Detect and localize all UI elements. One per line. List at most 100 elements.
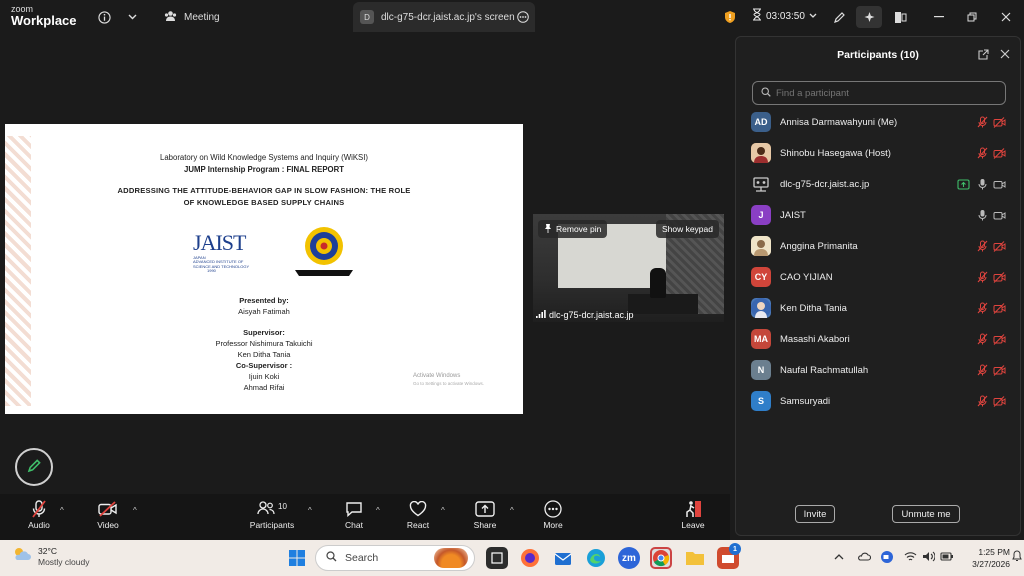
screen-share-icon — [956, 177, 970, 191]
participant-row[interactable]: CY CAO YIJIAN — [736, 262, 1020, 292]
mic-muted-icon — [975, 301, 989, 315]
participant-search[interactable] — [752, 81, 1006, 105]
mic-muted-icon — [975, 115, 989, 129]
react-options-caret[interactable]: ^ — [441, 506, 445, 515]
slide-supervisor1: Professor Nishimura Takuichi — [215, 339, 313, 348]
participant-row[interactable]: AD Annisa Darmawahyuni (Me) — [736, 107, 1020, 137]
avatar: MA — [751, 329, 771, 349]
view-layout-icon[interactable] — [892, 9, 908, 25]
slide-lab: Laboratory on Wild Knowledge Systems and… — [159, 153, 368, 162]
more-button[interactable]: More — [523, 498, 583, 530]
pinned-video-tile[interactable]: Remove pin Show keypad dlc-g75-dcr.jaist… — [533, 214, 724, 322]
search-icon — [326, 551, 337, 565]
participants-icon — [257, 501, 275, 517]
restore-icon[interactable] — [960, 6, 984, 28]
security-shield-icon[interactable] — [722, 9, 738, 25]
weather-widget[interactable]: 32°C Mostly cloudy — [12, 546, 90, 567]
video-off-icon — [992, 301, 1006, 315]
share-options-caret[interactable]: ^ — [510, 506, 514, 515]
taskbar-clock[interactable]: 1:25 PM 3/27/2026 — [962, 546, 1010, 571]
video-button[interactable]: Video — [78, 498, 138, 530]
cloudy-weather-icon — [12, 546, 32, 567]
zoom-tray-icon[interactable] — [880, 550, 894, 567]
participants-count: 10 — [278, 501, 287, 511]
avatar: CY — [751, 267, 771, 287]
firefox-icon[interactable] — [519, 547, 541, 569]
tab-screen-label: dlc-g75-dcr.jaist.ac.jp's screen — [381, 11, 515, 23]
react-label: React — [406, 520, 430, 530]
edge-browser-icon[interactable] — [585, 547, 607, 569]
screen-tab-avatar: D — [360, 10, 374, 24]
info-icon[interactable] — [96, 9, 112, 25]
participants-button[interactable]: 10 Participants — [242, 498, 302, 530]
weather-desc: Mostly cloudy — [38, 556, 90, 567]
participant-row[interactable]: Ken Ditha Tania — [736, 293, 1020, 323]
participant-row[interactable]: N Naufal Rachmatullah — [736, 355, 1020, 385]
volume-icon[interactable] — [922, 551, 936, 565]
avatar — [751, 298, 771, 318]
participant-name: Anggina Primanita — [780, 240, 858, 252]
remove-pin-label: Remove pin — [556, 224, 602, 234]
participant-row[interactable]: S Samsuryadi — [736, 386, 1020, 416]
mic-muted-icon — [975, 332, 989, 346]
react-button[interactable]: React — [388, 498, 448, 530]
participant-name: Naufal Rachmatullah — [780, 364, 869, 376]
leave-label: Leave — [681, 520, 705, 530]
chrome-browser-icon[interactable] — [650, 547, 672, 569]
participants-options-caret[interactable]: ^ — [308, 506, 312, 515]
chat-button[interactable]: Chat — [324, 498, 384, 530]
avatar: AD — [751, 112, 771, 132]
share-button[interactable]: Share — [455, 498, 515, 530]
remove-pin-button[interactable]: Remove pin — [538, 220, 608, 238]
participant-row[interactable]: Anggina Primanita — [736, 231, 1020, 261]
mic-muted-icon — [975, 394, 989, 408]
video-options-caret[interactable]: ^ — [133, 506, 137, 515]
participant-row[interactable]: J JAIST — [736, 200, 1020, 230]
zoom-app-icon[interactable]: zm — [618, 547, 640, 569]
participant-name: JAIST — [780, 209, 806, 221]
unmute-me-button[interactable]: Unmute me — [892, 505, 960, 523]
participant-row[interactable]: Shinobu Hasegawa (Host) — [736, 138, 1020, 168]
slide-supervisor2: Ken Ditha Tania — [237, 350, 291, 359]
tab-screen-share[interactable]: D dlc-g75-dcr.jaist.ac.jp's screen — [353, 2, 535, 32]
chevron-down-icon[interactable] — [124, 9, 140, 25]
close-icon[interactable] — [994, 6, 1018, 28]
participant-search-input[interactable] — [776, 87, 996, 99]
taskbar-search[interactable]: Search — [315, 545, 475, 571]
taskbar-search-label: Search — [345, 552, 379, 564]
annotation-pencil-button[interactable] — [15, 448, 53, 486]
title-bar: zoom Workplace Meeting D dlc-g75-dcr.jai… — [0, 0, 1024, 34]
meeting-timer[interactable]: 03:03:50 — [752, 8, 817, 24]
mail-app-icon[interactable] — [552, 547, 574, 569]
chevron-up-icon[interactable] — [834, 552, 844, 563]
video-off-icon — [992, 239, 1006, 253]
close-panel-icon[interactable] — [1000, 49, 1010, 62]
chat-options-caret[interactable]: ^ — [376, 506, 380, 515]
windows-start-icon[interactable] — [286, 547, 308, 569]
participant-name: Shinobu Hasegawa (Host) — [780, 147, 891, 159]
battery-icon[interactable] — [940, 551, 954, 565]
file-explorer-icon[interactable] — [684, 547, 706, 569]
chevron-down-icon — [809, 11, 817, 22]
notification-bell-icon[interactable] — [1012, 550, 1022, 565]
participant-name: CAO YIJIAN — [780, 271, 833, 283]
share-screen-icon — [475, 498, 495, 520]
more-options-icon[interactable] — [517, 11, 529, 26]
minimize-icon[interactable] — [927, 6, 951, 28]
leave-button[interactable]: Leave — [663, 498, 723, 530]
ai-companion-icon[interactable] — [856, 6, 882, 28]
participant-row[interactable]: dlc-g75-dcr.jaist.ac.jp — [736, 169, 1020, 199]
invite-button[interactable]: Invite — [795, 505, 835, 523]
video-name-label: dlc-g75-dcr.jaist.ac.jp — [536, 310, 634, 320]
annotate-pencil-icon[interactable] — [831, 9, 847, 25]
show-keypad-button[interactable]: Show keypad — [655, 220, 719, 238]
pop-out-icon[interactable] — [978, 49, 989, 63]
audio-options-caret[interactable]: ^ — [60, 506, 64, 515]
task-view-icon[interactable] — [486, 547, 508, 569]
mic-muted-icon — [975, 146, 989, 160]
participants-label: Participants — [249, 520, 295, 530]
tab-meeting[interactable]: Meeting — [160, 2, 340, 32]
participant-row[interactable]: MA Masashi Akabori — [736, 324, 1020, 354]
cloud-sync-icon[interactable] — [857, 550, 872, 565]
wifi-icon[interactable] — [904, 551, 917, 565]
